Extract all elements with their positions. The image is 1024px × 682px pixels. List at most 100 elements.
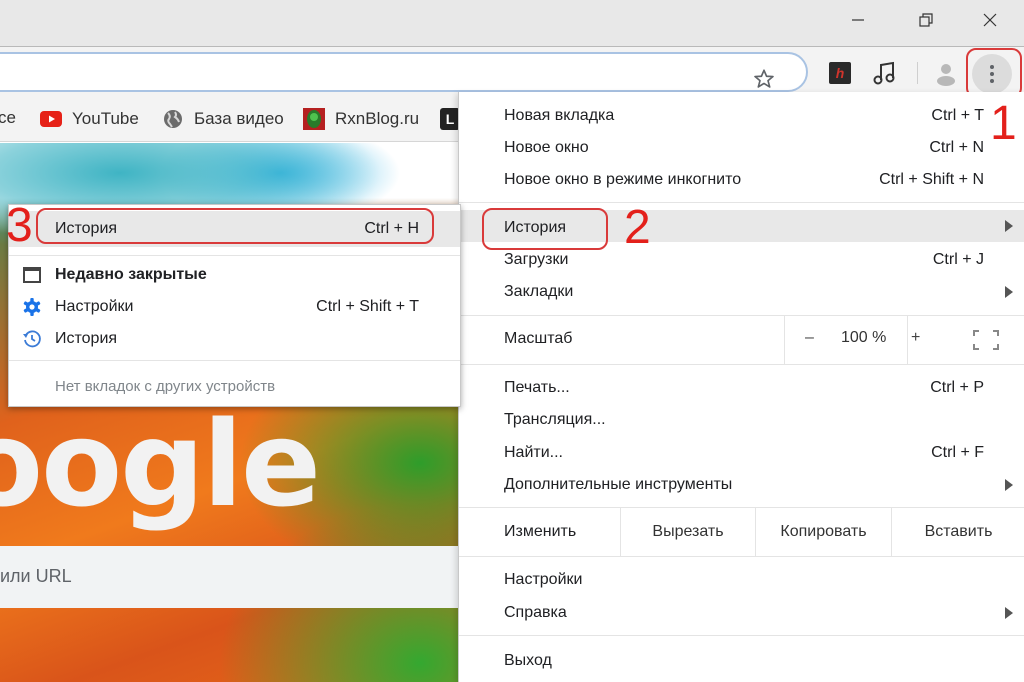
restore-icon [919,13,933,27]
menu-item-label: Трансляция... [504,411,606,428]
menu-item-shortcut: Ctrl + J [932,251,984,268]
toolbar [0,46,1024,96]
menu-item-incognito[interactable]: Новое окно в режиме инкогнито Ctrl + Shi… [459,164,1024,196]
close-icon [983,13,997,27]
minimize-icon [852,19,864,21]
menu-separator [9,360,460,361]
no-tabs-message: Нет вкладок с других устройств [9,371,460,403]
menu-item-bookmarks[interactable]: Закладки [459,276,1024,308]
zoom-value: 100 % [841,329,887,346]
annotation-step-1: 1 [990,97,1017,150]
menu-separator [459,635,1024,636]
fullscreen-button[interactable] [973,330,999,350]
menu-item-shortcut: Ctrl + N [929,139,984,156]
menu-item-cast[interactable]: Трансляция... [459,404,1024,436]
bookmark-star-button[interactable] [752,68,776,92]
menu-item-label: Печать... [504,379,570,396]
cut-button[interactable]: Вырезать [620,508,755,556]
star-icon [754,69,774,88]
annotation-step-2: 2 [624,201,651,254]
copy-button[interactable]: Копировать [755,508,891,556]
menu-item-label: Новое окно [504,139,589,156]
submenu-arrow-icon [1005,607,1013,619]
menu-item-exit[interactable]: Выход [459,645,1024,677]
bookmark-baza-video[interactable]: База видео [162,108,284,130]
search-placeholder: или URL [0,566,72,586]
l-icon: L [440,108,460,130]
no-tabs-label: Нет вкладок с других устройств [55,378,276,395]
menu-item-shortcut: Ctrl + F [931,444,984,461]
tab-window-icon [22,265,42,285]
menu-item-label: Найти... [504,444,563,461]
music-extension-button[interactable] [872,60,900,86]
youtube-icon [40,108,62,130]
bookmark-rxnblog[interactable]: RxnBlog.ru [303,108,419,130]
rxnblog-icon [303,108,325,130]
menu-item-label: Новое окно в режиме инкогнито [504,171,742,188]
menu-item-new-tab[interactable]: Новая вкладка Ctrl + T [459,100,1024,132]
zoom-row: Масштаб – 100 % + [459,316,1024,364]
menu-item-label: Новая вкладка [504,107,615,124]
history-clock-icon [22,329,42,349]
music-extension-icon [873,61,895,85]
submenu-arrow-icon [1005,220,1013,232]
zoom-in-button[interactable]: + [911,329,920,347]
menu-item-shortcut: Ctrl + P [930,379,984,396]
h-extension-icon: h [835,65,845,81]
zoom-control: – 100 % + [784,316,920,364]
menu-item-more-tools[interactable]: Дополнительные инструменты [459,469,1024,501]
bookmark-item[interactable]: ce [0,108,16,128]
profile-avatar-icon [937,64,955,86]
menu-item-settings[interactable]: Настройки [459,564,1024,596]
zoom-out-button[interactable]: – [805,329,814,347]
menu-item-label: Справка [504,604,567,621]
menu-separator [9,255,460,256]
paste-button[interactable]: Вставить [891,508,1024,556]
menu-item-label: Дополнительные инструменты [504,476,733,493]
menu-item-label: Настройки [55,298,134,315]
bookmark-label: YouTube [72,109,139,128]
bookmark-label: База видео [194,109,284,128]
submenu-arrow-icon [1005,286,1013,298]
menu-item-find[interactable]: Найти... Ctrl + F [459,437,1024,469]
menu-item-shortcut: Ctrl + T [931,107,984,124]
settings-gear-icon [22,297,42,317]
annotation-step-3: 3 [6,199,33,252]
restore-button[interactable] [906,6,946,34]
recently-closed-label: Недавно закрытые [55,266,207,283]
recent-item-settings[interactable]: Настройки Ctrl + Shift + T [9,291,460,323]
menu-item-new-window[interactable]: Новое окно Ctrl + N [459,132,1024,164]
menu-separator [459,202,1024,203]
submenu-arrow-icon [1005,479,1013,491]
h-extension-button[interactable]: h [829,62,851,84]
recently-closed-header: Недавно закрытые [9,259,460,291]
menu-item-print[interactable]: Печать... Ctrl + P [459,372,1024,404]
menu-item-label: Настройки [504,571,583,588]
menu-item-label: Выход [504,652,552,669]
bookmark-label: ce [0,108,16,127]
search-box[interactable]: или URL [0,546,458,608]
bookmark-l[interactable]: L [440,108,460,130]
minimize-button[interactable] [838,6,878,34]
bookmark-youtube[interactable]: YouTube [40,108,139,130]
menu-item-label: История [55,330,118,347]
annotation-box-3 [36,208,434,244]
fullscreen-icon [973,330,999,350]
menu-item-label: Загрузки [504,251,569,268]
annotation-box-1 [966,48,1022,98]
menu-item-label: Закладки [504,283,574,300]
menu-separator [459,556,1024,557]
menu-item-shortcut: Ctrl + Shift + T [316,298,419,315]
menu-item-help[interactable]: Справка [459,597,1024,629]
address-bar[interactable] [0,52,808,92]
profile-button[interactable] [932,59,960,87]
recent-item-history[interactable]: История [9,323,460,355]
close-button[interactable] [970,6,1010,34]
menu-separator [459,364,1024,365]
annotation-box-2 [482,208,608,250]
cut-label: Вырезать [652,523,724,540]
title-bar [0,0,1024,46]
bookmark-label: RxnBlog.ru [335,109,420,128]
menu-item-shortcut: Ctrl + Shift + N [879,171,984,188]
edit-row: Изменить Вырезать Копировать Вставить [459,508,1024,556]
